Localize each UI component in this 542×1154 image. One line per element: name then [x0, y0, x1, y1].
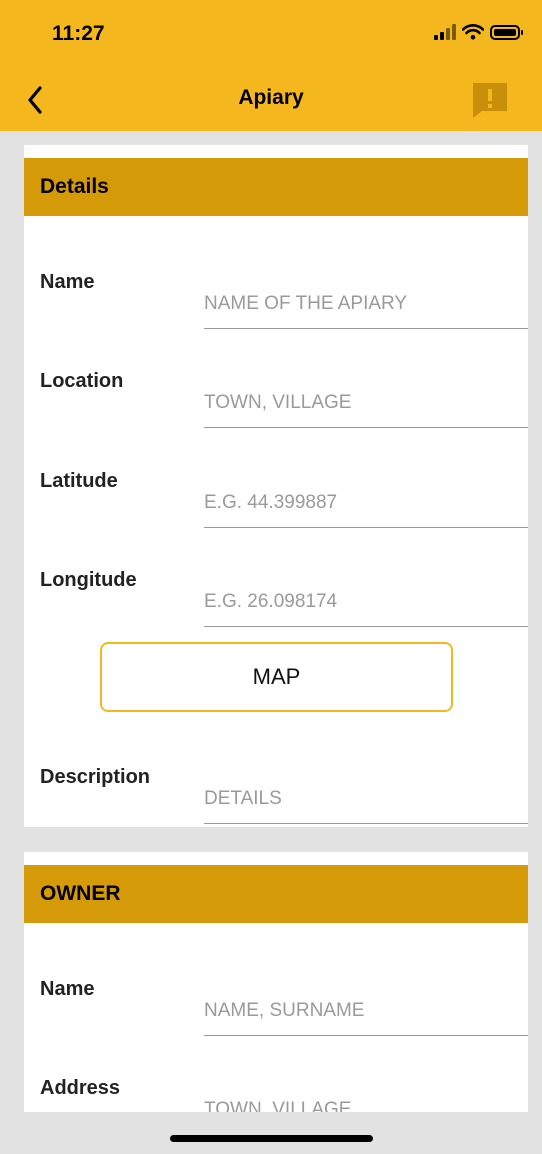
- owner-card: OWNER Name Address: [24, 852, 528, 1112]
- latitude-row: Latitude: [24, 470, 528, 530]
- page-title: Apiary: [238, 86, 304, 109]
- location-label: Location: [40, 370, 124, 392]
- details-section-header: Details: [24, 158, 528, 216]
- map-button[interactable]: MAP: [100, 642, 453, 712]
- latitude-label: Latitude: [40, 470, 118, 492]
- wifi-icon: [462, 24, 484, 40]
- description-input[interactable]: [204, 774, 528, 824]
- status-time: 11:27: [52, 22, 105, 45]
- longitude-row: Longitude: [24, 569, 528, 629]
- apiary-name-input[interactable]: [204, 279, 528, 329]
- longitude-label: Longitude: [40, 569, 137, 591]
- owner-name-label: Name: [40, 978, 95, 1000]
- details-card: Details Name Location Latitude Longitude…: [24, 145, 528, 827]
- report-button[interactable]: [470, 80, 510, 120]
- owner-section-header: OWNER: [24, 865, 528, 923]
- apiary-name-label: Name: [40, 271, 95, 293]
- location-row: Location: [24, 370, 528, 430]
- longitude-input[interactable]: [204, 577, 528, 627]
- battery-icon: [490, 25, 523, 40]
- description-row: Description: [24, 766, 528, 826]
- owner-name-row: Name: [24, 978, 528, 1038]
- owner-address-label: Address: [40, 1077, 121, 1099]
- owner-address-input[interactable]: [204, 1085, 528, 1112]
- latitude-input[interactable]: [204, 478, 528, 528]
- home-indicator: [170, 1135, 373, 1142]
- owner-name-input[interactable]: [204, 986, 528, 1036]
- owner-address-row: Address: [24, 1077, 528, 1112]
- signal-icon: [434, 24, 456, 40]
- app-header: 11:27 Apiary: [0, 0, 542, 131]
- apiary-name-row: Name: [24, 271, 528, 331]
- report-exclamation-icon: [473, 83, 507, 118]
- description-label: Description: [40, 766, 151, 788]
- status-icons: [434, 24, 523, 40]
- location-input[interactable]: [204, 378, 528, 428]
